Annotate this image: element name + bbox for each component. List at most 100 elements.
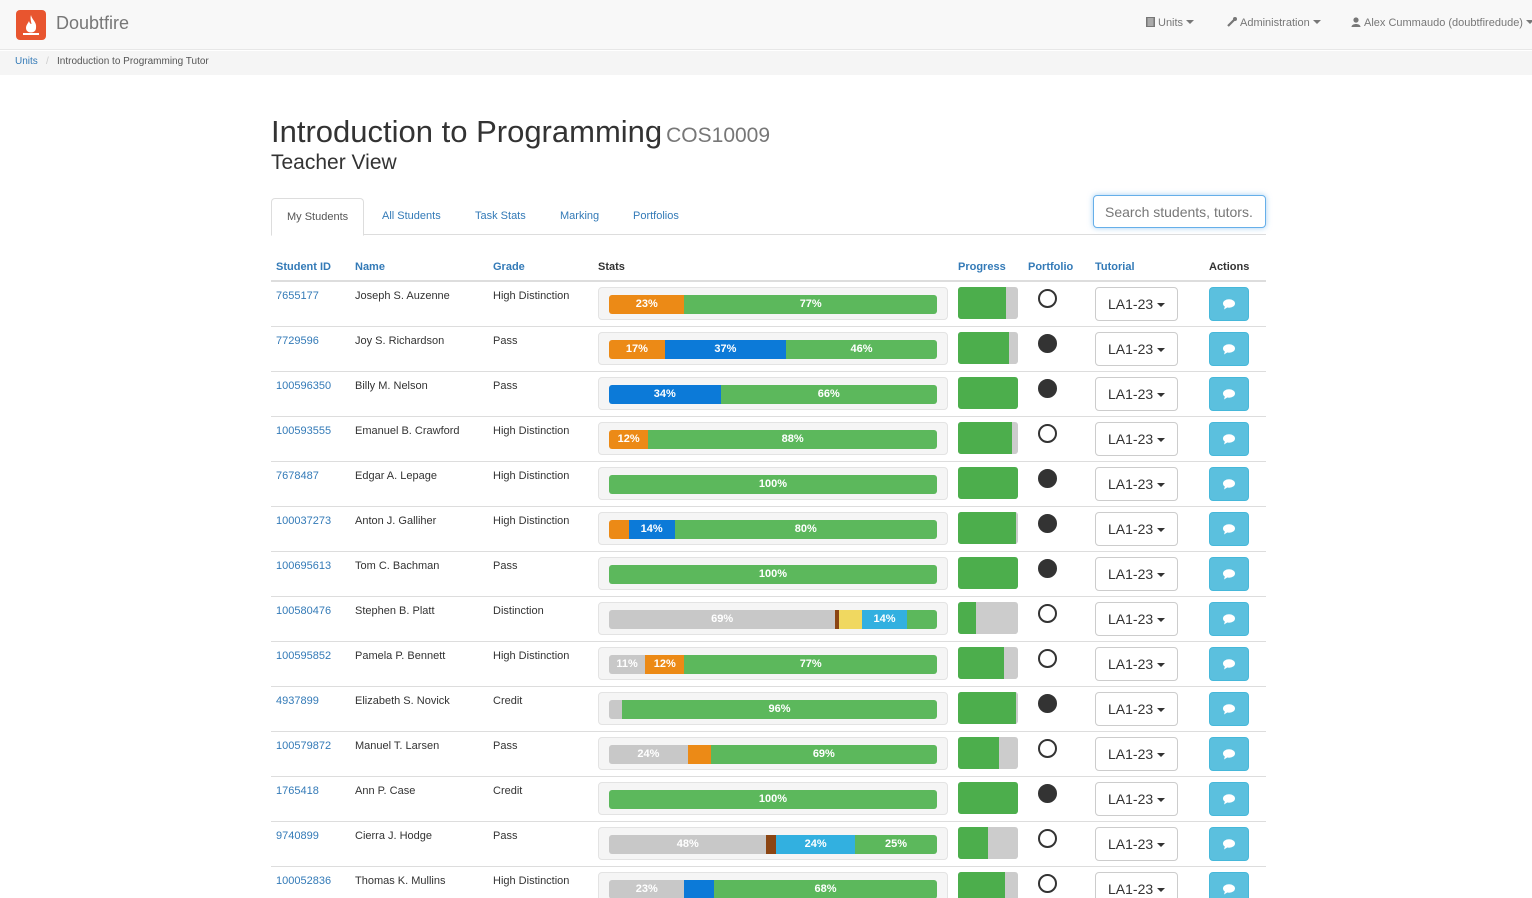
message-button[interactable] (1209, 512, 1249, 546)
search-input[interactable] (1093, 195, 1266, 228)
brand-name[interactable]: Doubtfire (56, 13, 129, 34)
student-id-link[interactable]: 100596350 (276, 380, 331, 392)
stats-segment-orange: 12% (609, 430, 649, 449)
tutorial-dropdown[interactable]: LA1-23 (1095, 512, 1178, 546)
tutorial-label: LA1-23 (1108, 566, 1154, 582)
navbar: Doubtfire Units Administration Alex Cumm… (0, 0, 1532, 50)
progress-bar (958, 377, 1018, 409)
units-menu[interactable]: Units (1146, 17, 1195, 29)
chevron-down-icon (1157, 483, 1166, 487)
comment-icon (1223, 704, 1235, 715)
comment-icon (1223, 389, 1235, 400)
tutorial-dropdown[interactable]: LA1-23 (1095, 602, 1178, 636)
chevron-down-icon (1157, 843, 1166, 847)
column-header-tutorial[interactable]: Tutorial (1095, 261, 1135, 273)
student-id-link[interactable]: 100579872 (276, 740, 331, 752)
comment-icon (1223, 794, 1235, 805)
message-button[interactable] (1209, 332, 1249, 366)
student-grade: Pass (493, 380, 518, 392)
task-stats-bar: 100% (609, 790, 937, 809)
chevron-down-icon (1312, 20, 1321, 24)
student-id-link[interactable]: 7655177 (276, 290, 319, 302)
column-header-student-id[interactable]: Student ID (276, 261, 331, 273)
tutorial-dropdown[interactable]: LA1-23 (1095, 377, 1178, 411)
user-menu[interactable]: Alex Cummaudo (doubtfiredude) (1351, 17, 1532, 29)
stats-segment-green: 68% (713, 880, 937, 898)
message-button[interactable] (1209, 422, 1249, 456)
stats-segment-blue: 37% (664, 340, 787, 359)
student-name: Tom C. Bachman (355, 560, 440, 572)
message-button[interactable] (1209, 692, 1249, 726)
tutorial-dropdown[interactable]: LA1-23 (1095, 647, 1178, 681)
tab-my-students[interactable]: My Students (271, 198, 365, 236)
stats-segment-green: 100% (609, 790, 937, 809)
stats-segment-green: 66% (720, 385, 937, 404)
student-id-link[interactable]: 1765418 (276, 785, 319, 797)
page-subtitle: Teacher View (271, 151, 397, 174)
tutorial-dropdown[interactable]: LA1-23 (1095, 332, 1178, 366)
tab-marking[interactable]: Marking (545, 198, 614, 235)
task-stats-well: 23% 77% (598, 287, 948, 320)
chevron-down-icon (1157, 348, 1166, 352)
student-id-link[interactable]: 100580476 (276, 605, 331, 617)
comment-icon (1223, 839, 1235, 850)
student-id-link[interactable]: 9740899 (276, 830, 319, 842)
message-button[interactable] (1209, 467, 1249, 501)
column-header-progress[interactable]: Progress (958, 261, 1006, 273)
column-header-actions: Actions (1209, 261, 1250, 273)
progress-bar (958, 602, 1018, 634)
tutorial-dropdown[interactable]: LA1-23 (1095, 737, 1178, 771)
tutorial-label: LA1-23 (1108, 701, 1154, 717)
flame-logo-icon[interactable] (16, 10, 46, 40)
student-id-link[interactable]: 100595852 (276, 650, 331, 662)
tutorial-dropdown[interactable]: LA1-23 (1095, 422, 1178, 456)
wrench-icon (1227, 17, 1237, 27)
tab-all-students[interactable]: All Students (367, 198, 456, 235)
student-name: Thomas K. Mullins (355, 875, 446, 887)
column-header-grade[interactable]: Grade (493, 261, 525, 273)
progress-bar-fill (958, 782, 1018, 814)
progress-bar-fill (958, 512, 1017, 544)
tutorial-dropdown[interactable]: LA1-23 (1095, 782, 1178, 816)
message-button[interactable] (1209, 557, 1249, 591)
tutorial-dropdown[interactable]: LA1-23 (1095, 467, 1178, 501)
student-id-link[interactable]: 100052836 (276, 875, 331, 887)
tutorial-dropdown[interactable]: LA1-23 (1095, 287, 1178, 321)
message-button[interactable] (1209, 737, 1249, 771)
student-grade: Pass (493, 560, 518, 572)
student-id-link[interactable]: 4937899 (276, 695, 319, 707)
message-button[interactable] (1209, 827, 1249, 861)
progress-bar-fill (958, 827, 988, 859)
tab-portfolios[interactable]: Portfolios (618, 198, 694, 235)
student-id-link[interactable]: 100593555 (276, 425, 331, 437)
student-id-link[interactable]: 7729596 (276, 335, 319, 347)
column-header-portfolio[interactable]: Portfolio (1028, 261, 1073, 273)
units-menu-label: Units (1158, 17, 1184, 29)
message-button[interactable] (1209, 377, 1249, 411)
message-button[interactable] (1209, 872, 1249, 898)
student-id-link[interactable]: 100695613 (276, 560, 331, 572)
message-button[interactable] (1209, 647, 1249, 681)
breadcrumb-units-link[interactable]: Units (15, 56, 38, 67)
message-button[interactable] (1209, 782, 1249, 816)
student-id-link[interactable]: 100037273 (276, 515, 331, 527)
stats-segment-blue (684, 880, 714, 898)
stats-segment-grey: 69% (609, 610, 836, 629)
chevron-down-icon (1186, 20, 1195, 24)
message-button[interactable] (1209, 602, 1249, 636)
student-grade: High Distinction (493, 290, 570, 302)
tutorial-dropdown[interactable]: LA1-23 (1095, 692, 1178, 726)
column-header-name[interactable]: Name (355, 261, 385, 273)
administration-menu[interactable]: Administration (1227, 17, 1321, 29)
table-row: 9740899 Cierra J. Hodge Pass 48% 24% 25% L… (271, 822, 1266, 867)
breadcrumb-current: Introduction to Programming Tutor (57, 56, 209, 67)
tutorial-dropdown[interactable]: LA1-23 (1095, 827, 1178, 861)
tutorial-dropdown[interactable]: LA1-23 (1095, 557, 1178, 591)
stats-segment-blue: 34% (609, 385, 721, 404)
unit-code: COS10009 (666, 124, 771, 147)
student-id-link[interactable]: 7678487 (276, 470, 319, 482)
unit-name: Introduction to Programming (271, 114, 663, 149)
message-button[interactable] (1209, 287, 1249, 321)
tutorial-dropdown[interactable]: LA1-23 (1095, 872, 1178, 898)
tab-task-stats[interactable]: Task Stats (460, 198, 541, 235)
